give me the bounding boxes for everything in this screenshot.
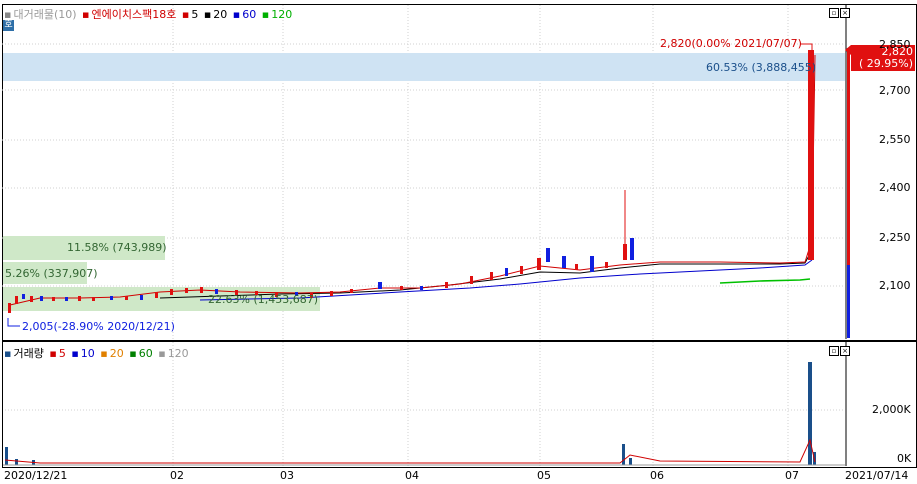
volume-icon: ▪ bbox=[4, 347, 12, 360]
ma-120-icon: ▪ bbox=[261, 8, 270, 21]
candle bbox=[470, 276, 473, 284]
candle bbox=[125, 296, 128, 300]
candle bbox=[808, 50, 814, 260]
candle bbox=[575, 264, 578, 270]
candle bbox=[623, 244, 627, 260]
band-mid-label: 11.58% (743,989) bbox=[67, 241, 167, 254]
price-tick: 2,250 bbox=[879, 231, 911, 244]
candle bbox=[92, 297, 95, 301]
vma-10-label: 10 bbox=[80, 347, 95, 360]
ma-5-icon: ▪ bbox=[181, 8, 190, 21]
candle bbox=[200, 287, 203, 293]
candle bbox=[140, 295, 143, 300]
candle bbox=[8, 303, 11, 313]
candle bbox=[546, 248, 550, 262]
candle bbox=[15, 296, 18, 304]
candle bbox=[420, 286, 423, 290]
price-minimize-button[interactable]: ▫ bbox=[829, 8, 839, 18]
vma-20-label: 20 bbox=[109, 347, 124, 360]
price-tick: 2,550 bbox=[879, 133, 911, 146]
candle bbox=[78, 296, 81, 301]
ma-120-label: 120 bbox=[271, 8, 293, 21]
price-legend: ▪ 대거래물(10) ▪ 엔에이치스팩18호 ▪ 5 ▪ 20 ▪ 60 ▪ 120 bbox=[4, 6, 294, 22]
candle bbox=[400, 286, 403, 290]
price-close-button[interactable]: × bbox=[840, 8, 850, 18]
volume-name: 거래량 bbox=[13, 347, 44, 360]
ma-5-line bbox=[9, 54, 816, 306]
candle bbox=[590, 256, 594, 272]
vma-5-icon: ▪ bbox=[49, 347, 57, 360]
volume-tick: 0K bbox=[897, 452, 912, 465]
candle bbox=[505, 268, 508, 276]
date-tick: 2020/12/21 bbox=[4, 469, 68, 482]
price-tick: 2,850 bbox=[879, 38, 911, 51]
vma-60-label: 60 bbox=[138, 347, 153, 360]
date-tick: 06 bbox=[650, 469, 664, 482]
vma-10-icon: ▪ bbox=[71, 347, 79, 360]
stock-name: 엔에이치스팩18호 bbox=[91, 8, 177, 21]
ma-20-icon: ▪ bbox=[203, 8, 212, 21]
date-tick: 2021/07/14 bbox=[845, 469, 909, 482]
candle bbox=[40, 296, 43, 301]
volume-legend: ▪ 거래량 ▪ 5 ▪ 10 ▪ 20 ▪ 60 ▪ 120 bbox=[4, 345, 191, 361]
vma-20-icon: ▪ bbox=[100, 347, 108, 360]
candle bbox=[562, 256, 566, 268]
band-low-label: 22.63% (1,453,687) bbox=[208, 293, 319, 306]
ma-60-icon: ▪ bbox=[232, 8, 241, 21]
candle bbox=[155, 292, 158, 298]
date-tick: 03 bbox=[280, 469, 294, 482]
price-tick: 2,400 bbox=[879, 181, 911, 194]
price-tick: 2,700 bbox=[879, 84, 911, 97]
dot-icon: ▪ bbox=[4, 8, 12, 21]
volume-tick: 2,000K bbox=[872, 403, 911, 416]
candle bbox=[110, 296, 113, 300]
candle bbox=[605, 262, 608, 268]
date-tick: 02 bbox=[170, 469, 184, 482]
candle bbox=[30, 296, 33, 302]
date-tick: 05 bbox=[537, 469, 551, 482]
ma-5-label: 5 bbox=[191, 8, 199, 21]
candle bbox=[630, 238, 634, 260]
candle bbox=[520, 266, 523, 274]
candle bbox=[65, 297, 68, 301]
candle bbox=[537, 258, 541, 270]
candle bbox=[847, 265, 850, 338]
ma-60-label: 60 bbox=[242, 8, 257, 21]
candle bbox=[330, 291, 333, 296]
vma-120-label: 120 bbox=[167, 347, 189, 360]
candle bbox=[170, 289, 173, 295]
current-change: ( 29.95%) bbox=[858, 57, 913, 70]
candle bbox=[52, 297, 55, 301]
low-marker bbox=[7, 318, 20, 327]
volume-minimize-button[interactable]: ▫ bbox=[829, 346, 839, 356]
ma-120-line bbox=[719, 278, 811, 284]
candle bbox=[185, 288, 188, 293]
price-tick: 2,100 bbox=[879, 279, 911, 292]
band-mid2-label: 5.26% (337,907) bbox=[5, 267, 98, 280]
candle bbox=[22, 294, 25, 299]
vma-60-icon: ▪ bbox=[129, 347, 137, 360]
candle bbox=[445, 282, 448, 288]
low-annotation: 2,005(-28.90% 2020/12/21) bbox=[22, 320, 175, 333]
date-tick: 04 bbox=[405, 469, 419, 482]
candle bbox=[490, 272, 493, 280]
current-price-arrow-icon bbox=[845, 45, 851, 55]
high-annotation: 2,820(0.00% 2021/07/07) bbox=[660, 37, 802, 50]
candle bbox=[378, 282, 382, 289]
volume-tag-label: 대거래물(10) bbox=[13, 8, 77, 21]
volume-close-button[interactable]: × bbox=[840, 346, 850, 356]
band-top-label: 60.53% (3,888,455) bbox=[706, 61, 817, 74]
vma-5-label: 5 bbox=[58, 347, 66, 360]
candle bbox=[350, 289, 353, 293]
chart-window: 호 ▪ 대거래물(10) ▪ 엔에이치스팩18호 ▪ 5 ▪ 20 ▪ 60 ▪ 120 ▪… bbox=[0, 0, 917, 484]
ma-20-label: 20 bbox=[213, 8, 228, 21]
date-tick: 07 bbox=[785, 469, 799, 482]
dot-icon: ▪ bbox=[82, 8, 90, 21]
vma-120-icon: ▪ bbox=[158, 347, 166, 360]
